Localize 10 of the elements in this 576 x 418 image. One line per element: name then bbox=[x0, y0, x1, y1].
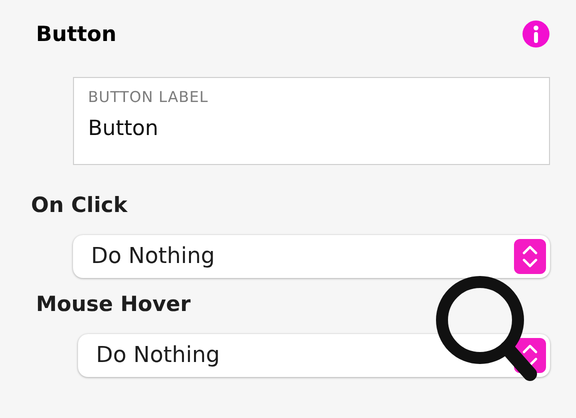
dropdown[interactable]: Do Nothing bbox=[78, 334, 550, 377]
dropdown-label: On Click bbox=[31, 193, 128, 217]
field-value: Button bbox=[88, 116, 160, 140]
button-label-field[interactable]: BUTTON LABEL Button bbox=[73, 77, 550, 165]
field-label: BUTTON LABEL bbox=[88, 88, 210, 106]
dropdown-label: Mouse Hover bbox=[36, 292, 192, 316]
section-title: Button bbox=[36, 22, 116, 46]
dropdown[interactable]: Do Nothing bbox=[73, 235, 550, 278]
info-icon[interactable] bbox=[522, 20, 550, 48]
stepper-icon bbox=[514, 239, 546, 274]
